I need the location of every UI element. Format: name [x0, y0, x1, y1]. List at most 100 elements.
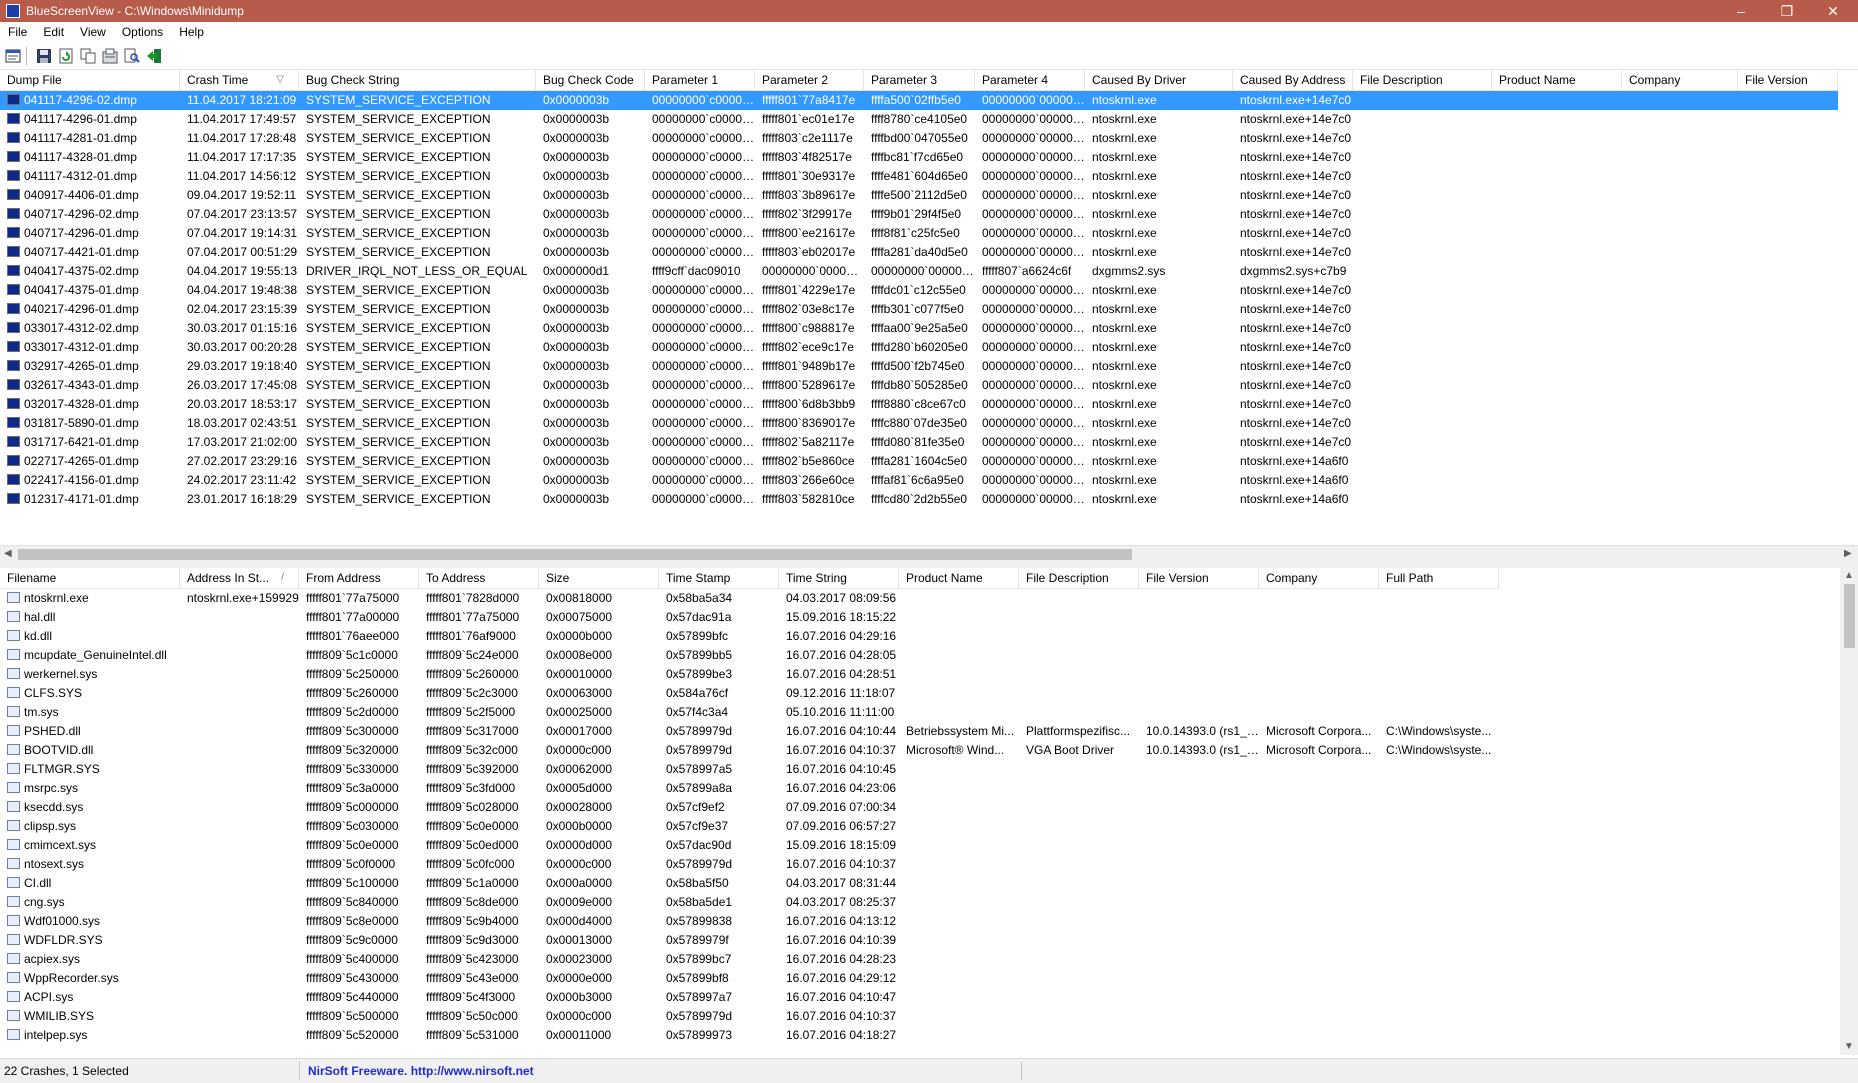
- column-header[interactable]: Product Name: [899, 568, 1019, 588]
- maximize-button[interactable]: ❐: [1764, 0, 1810, 22]
- table-row[interactable]: 033017-4312-02.dmp 30.03.2017 01:15:16 SYS…: [0, 319, 1838, 338]
- table-row[interactable]: 041117-4296-02.dmp 11.04.2017 18:21:09 SYS…: [0, 91, 1838, 110]
- refresh-icon[interactable]: [57, 47, 75, 65]
- column-header[interactable]: File Version: [1139, 568, 1259, 588]
- properties-icon[interactable]: [4, 47, 22, 65]
- table-cell: ntoskrnl.exe: [1085, 167, 1233, 186]
- table-row[interactable]: CI.dll fffff809`5c100000 fffff809`5c1a0000…: [0, 874, 1499, 893]
- nirsoft-link[interactable]: NirSoft Freeware. http://www.nirsoft.net: [300, 1062, 1022, 1080]
- column-header[interactable]: Bug Check Code: [536, 70, 645, 90]
- column-header[interactable]: Time String: [779, 568, 899, 588]
- table-row[interactable]: 040417-4375-01.dmp 04.04.2017 19:48:38 SYS…: [0, 281, 1838, 300]
- table-row[interactable]: PSHED.dll fffff809`5c300000 fffff809`5c317…: [0, 722, 1499, 741]
- menu-edit[interactable]: Edit: [35, 25, 72, 39]
- column-header[interactable]: Size: [539, 568, 659, 588]
- table-row[interactable]: werkernel.sys fffff809`5c250000 fffff809`5…: [0, 665, 1499, 684]
- column-header[interactable]: Full Path: [1379, 568, 1499, 588]
- table-row[interactable]: msrpc.sys fffff809`5c3a0000 fffff809`5c3fd…: [0, 779, 1499, 798]
- find-icon[interactable]: [123, 47, 141, 65]
- table-row[interactable]: tm.sys fffff809`5c2d0000 fffff809`5c2f5000…: [0, 703, 1499, 722]
- module-list-vscrollbar[interactable]: ▲ ▼: [1840, 568, 1858, 1055]
- scroll-down-arrow-icon[interactable]: ▼: [1844, 1041, 1854, 1052]
- table-row[interactable]: 033017-4312-01.dmp 30.03.2017 00:20:28 SYS…: [0, 338, 1838, 357]
- hscroll-thumb[interactable]: [18, 549, 1132, 560]
- table-row[interactable]: 041117-4328-01.dmp 11.04.2017 17:17:35 SYS…: [0, 148, 1838, 167]
- crash-list-hscrollbar[interactable]: ◀ ▶: [0, 545, 1858, 563]
- column-header[interactable]: File Version: [1738, 70, 1838, 90]
- table-row[interactable]: WppRecorder.sys fffff809`5c430000 fffff809…: [0, 969, 1499, 988]
- close-button[interactable]: ✕: [1810, 0, 1856, 22]
- table-row[interactable]: 041117-4312-01.dmp 11.04.2017 14:56:12 SYS…: [0, 167, 1838, 186]
- column-header[interactable]: Bug Check String: [299, 70, 536, 90]
- menu-help[interactable]: Help: [171, 25, 212, 39]
- table-row[interactable]: mcupdate_GenuineIntel.dll fffff809`5c1c00…: [0, 646, 1499, 665]
- minimize-button[interactable]: –: [1718, 0, 1764, 22]
- save-icon[interactable]: [35, 47, 53, 65]
- column-header[interactable]: Parameter 3: [864, 70, 975, 90]
- table-row[interactable]: ACPI.sys fffff809`5c440000 fffff809`5c4f30…: [0, 988, 1499, 1007]
- table-row[interactable]: 041117-4296-01.dmp 11.04.2017 17:49:57 SYS…: [0, 110, 1838, 129]
- table-row[interactable]: 032017-4328-01.dmp 20.03.2017 18:53:17 SYS…: [0, 395, 1838, 414]
- column-header[interactable]: From Address: [299, 568, 419, 588]
- menu-file[interactable]: File: [0, 25, 35, 39]
- column-header[interactable]: Company: [1259, 568, 1379, 588]
- table-row[interactable]: 022717-4265-01.dmp 27.02.2017 23:29:16 SYS…: [0, 452, 1838, 471]
- table-row[interactable]: ksecdd.sys fffff809`5c000000 fffff809`5c02…: [0, 798, 1499, 817]
- cell-text: ffff9cff`dac09010: [652, 264, 741, 278]
- table-row[interactable]: acpiex.sys fffff809`5c400000 fffff809`5c42…: [0, 950, 1499, 969]
- column-header[interactable]: To Address: [419, 568, 539, 588]
- table-row[interactable]: cng.sys fffff809`5c840000 fffff809`5c8de00…: [0, 893, 1499, 912]
- crash-list[interactable]: Dump File Crash Time ▽ Bug Check String Bug …: [0, 70, 1858, 545]
- table-row[interactable]: 031817-5890-01.dmp 18.03.2017 02:43:51 SYS…: [0, 414, 1838, 433]
- table-row[interactable]: hal.dll fffff801`77a00000 fffff801`77a7500…: [0, 608, 1499, 627]
- options-icon[interactable]: [101, 47, 119, 65]
- table-row[interactable]: 032617-4343-01.dmp 26.03.2017 17:45:08 SYS…: [0, 376, 1838, 395]
- column-header[interactable]: Dump File: [0, 70, 180, 90]
- menu-options[interactable]: Options: [114, 25, 171, 39]
- table-row[interactable]: 032917-4265-01.dmp 29.03.2017 19:18:40 SYS…: [0, 357, 1838, 376]
- table-row[interactable]: kd.dll fffff801`76aee000 fffff801`76af9000…: [0, 627, 1499, 646]
- table-row[interactable]: 040217-4296-01.dmp 02.04.2017 23:15:39 SYS…: [0, 300, 1838, 319]
- menu-view[interactable]: View: [72, 25, 114, 39]
- column-header[interactable]: Caused By Driver: [1085, 70, 1233, 90]
- column-header[interactable]: Caused By Address: [1233, 70, 1353, 90]
- scroll-left-arrow-icon[interactable]: ◀: [4, 548, 12, 559]
- column-header[interactable]: Filename: [0, 568, 180, 588]
- table-row[interactable]: 040717-4296-02.dmp 07.04.2017 23:13:57 SYS…: [0, 205, 1838, 224]
- table-row[interactable]: FLTMGR.SYS fffff809`5c330000 fffff809`5c39…: [0, 760, 1499, 779]
- table-row[interactable]: ntoskrnl.exe ntoskrnl.exe+159929 fffff801`…: [0, 589, 1499, 608]
- table-row[interactable]: 031717-6421-01.dmp 17.03.2017 21:02:00 SYS…: [0, 433, 1838, 452]
- table-row[interactable]: 040717-4421-01.dmp 07.04.2017 00:51:29 SYS…: [0, 243, 1838, 262]
- table-row[interactable]: 012317-4171-01.dmp 23.01.2017 16:18:29 SYS…: [0, 490, 1838, 509]
- column-header[interactable]: File Description: [1353, 70, 1492, 90]
- table-row[interactable]: cmimcext.sys fffff809`5c0e0000 fffff809`5c…: [0, 836, 1499, 855]
- table-row[interactable]: 040417-4375-02.dmp 04.04.2017 19:55:13 DRI…: [0, 262, 1838, 281]
- table-row[interactable]: WDFLDR.SYS fffff809`5c9c0000 fffff809`5c9d…: [0, 931, 1499, 950]
- vscroll-thumb[interactable]: [1844, 584, 1855, 648]
- table-row[interactable]: 022417-4156-01.dmp 24.02.2017 23:11:42 SYS…: [0, 471, 1838, 490]
- column-header[interactable]: Company: [1622, 70, 1738, 90]
- table-row[interactable]: intelpep.sys fffff809`5c520000 fffff809`5c…: [0, 1026, 1499, 1045]
- column-header[interactable]: Time Stamp: [659, 568, 779, 588]
- column-header[interactable]: Crash Time ▽: [180, 70, 299, 90]
- copy-icon[interactable]: [79, 47, 97, 65]
- table-row[interactable]: BOOTVID.dll fffff809`5c320000 fffff809`5c3…: [0, 741, 1499, 760]
- table-row[interactable]: ntosext.sys fffff809`5c0f0000 fffff809`5c0…: [0, 855, 1499, 874]
- module-list[interactable]: Filename Address In St... / From Address To …: [0, 568, 1840, 1056]
- table-row[interactable]: Wdf01000.sys fffff809`5c8e0000 fffff809`5c…: [0, 912, 1499, 931]
- table-row[interactable]: 040917-4406-01.dmp 09.04.2017 19:52:11 SYS…: [0, 186, 1838, 205]
- column-header[interactable]: Address In St... /: [180, 568, 299, 588]
- table-row[interactable]: 041117-4281-01.dmp 11.04.2017 17:28:48 SYS…: [0, 129, 1838, 148]
- table-row[interactable]: CLFS.SYS fffff809`5c260000 fffff809`5c2c30…: [0, 684, 1499, 703]
- scroll-right-arrow-icon[interactable]: ▶: [1844, 548, 1852, 559]
- column-header[interactable]: Product Name: [1492, 70, 1622, 90]
- column-header[interactable]: Parameter 4: [975, 70, 1085, 90]
- column-header[interactable]: File Description: [1019, 568, 1139, 588]
- exit-icon[interactable]: [145, 47, 163, 65]
- column-header[interactable]: Parameter 2: [755, 70, 864, 90]
- column-header[interactable]: Parameter 1: [645, 70, 755, 90]
- table-row[interactable]: WMILIB.SYS fffff809`5c500000 fffff809`5c50…: [0, 1007, 1499, 1026]
- table-row[interactable]: clipsp.sys fffff809`5c030000 fffff809`5c0e…: [0, 817, 1499, 836]
- table-row[interactable]: 040717-4296-01.dmp 07.04.2017 19:14:31 SYS…: [0, 224, 1838, 243]
- scroll-up-arrow-icon[interactable]: ▲: [1844, 570, 1854, 581]
